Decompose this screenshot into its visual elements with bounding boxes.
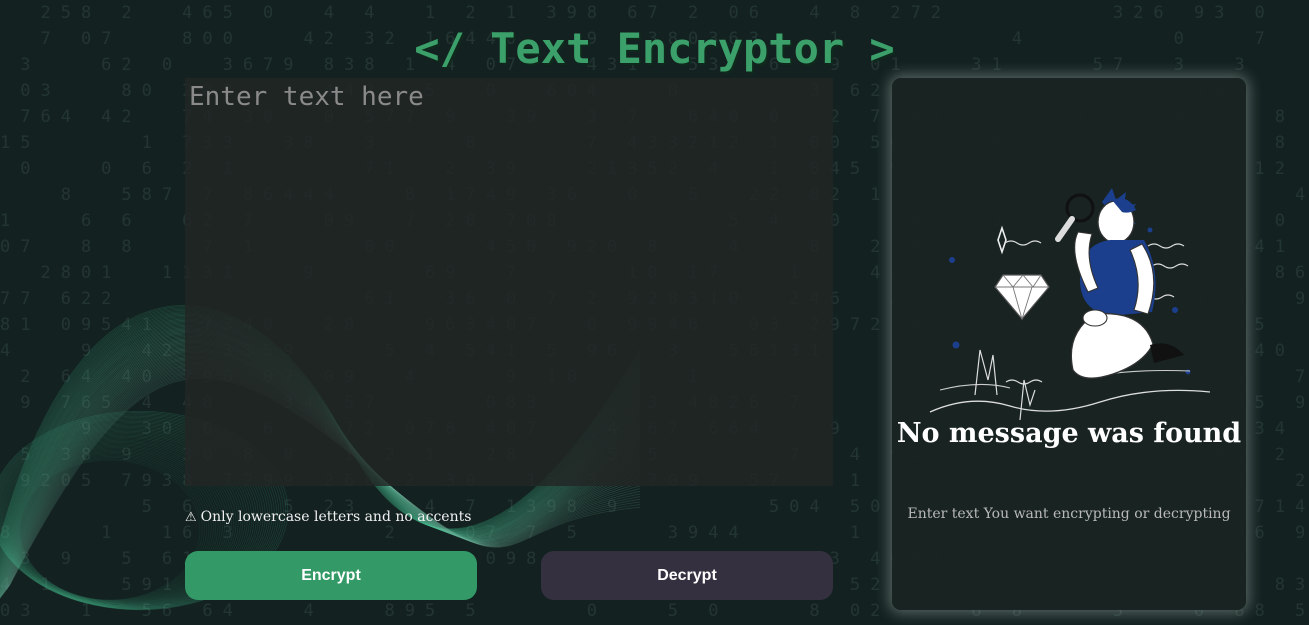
- encrypt-button[interactable]: Encrypt: [185, 551, 477, 600]
- output-title: No message was found: [896, 418, 1242, 449]
- message-input[interactable]: [185, 78, 833, 486]
- input-warning: ⚠ Only lowercase letters and no accents: [185, 509, 471, 525]
- app-title: </ Text Encryptor >: [414, 24, 895, 73]
- warning-icon: ⚠: [185, 510, 197, 525]
- warning-text: Only lowercase letters and no accents: [200, 509, 472, 525]
- search-person-illustration: [929, 188, 1211, 420]
- output-subtitle: Enter text You want encrypting or decryp…: [907, 506, 1231, 522]
- decrypt-button[interactable]: Decrypt: [541, 551, 833, 600]
- output-card: No message was found Enter text You want…: [892, 78, 1246, 610]
